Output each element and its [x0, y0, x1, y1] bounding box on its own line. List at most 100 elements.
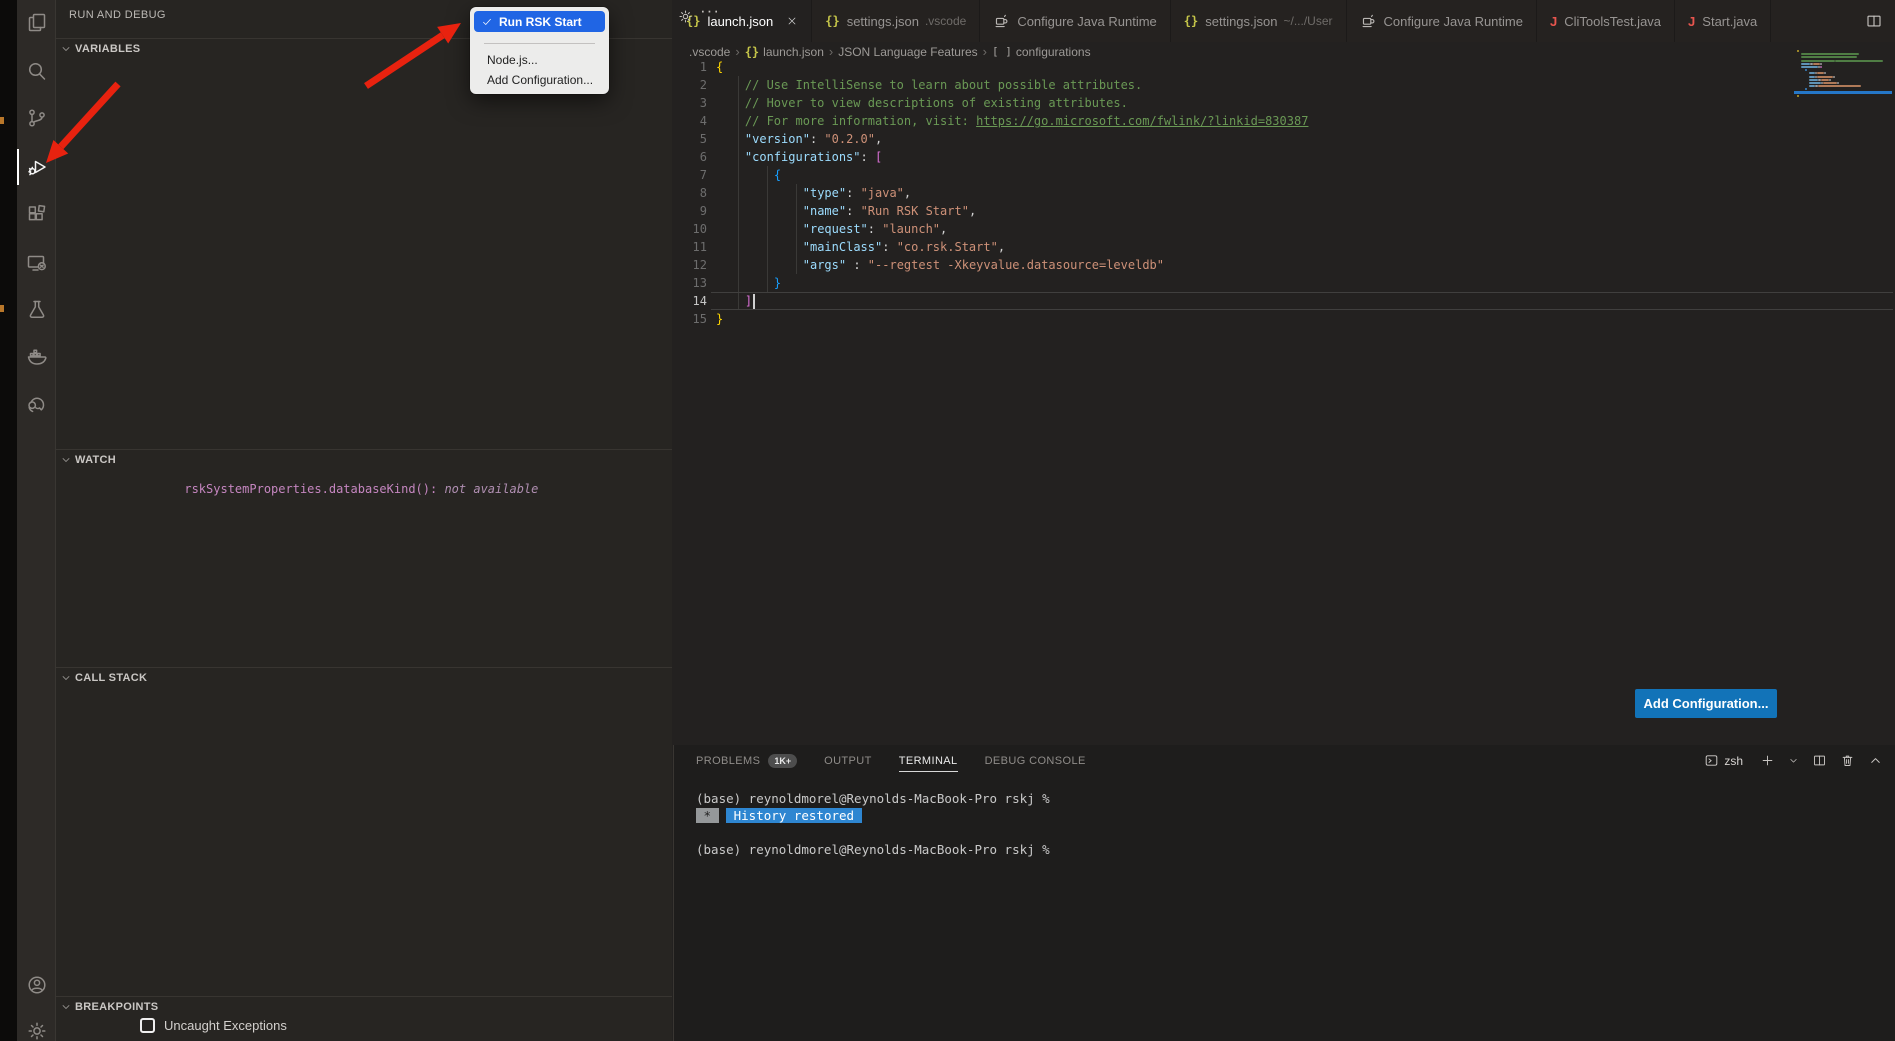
minimap-line: [1809, 82, 1821, 84]
remote-explorer-icon: [25, 251, 49, 275]
minimap-line: [1801, 56, 1857, 58]
code-line-8: "type": "java",: [716, 184, 1895, 202]
activity-bar-item-docker[interactable]: [17, 334, 56, 380]
code-link[interactable]: https://go.microsoft.com/fwlink/?linkid=…: [976, 114, 1308, 128]
terminal-line: (base) reynoldmorel@Reynolds-MacBook-Pro…: [696, 790, 1050, 807]
code-token: "Run RSK Start": [861, 204, 969, 218]
activity-bar-item-remote-explorer[interactable]: [17, 240, 56, 286]
section-header-breakpoints[interactable]: BREAKPOINTS: [56, 996, 672, 1017]
breadcrumb-separator: ›: [983, 44, 987, 59]
add-configuration-button[interactable]: Add Configuration...: [1635, 689, 1777, 718]
minimap-line: [1833, 76, 1835, 78]
panel-tab-output[interactable]: OUTPUT: [824, 755, 872, 771]
split-editor-button[interactable]: [1865, 0, 1895, 42]
activity-bar-item-extensions[interactable]: [17, 192, 56, 238]
code-token: }: [774, 276, 781, 290]
activity-bar-item-testing[interactable]: [17, 287, 56, 333]
run-debug-icon: [25, 155, 49, 179]
chevron-down-icon: [1788, 755, 1799, 766]
code-token: // Hover to view descriptions of existin…: [745, 96, 1128, 110]
chevron-down-icon: [60, 672, 72, 684]
panel-tab-debug-console[interactable]: DEBUG CONSOLE: [985, 755, 1086, 771]
tab-detail: ~/.../User: [1284, 14, 1333, 28]
history-restored-badge: History restored: [726, 808, 861, 823]
activity-bar-item-run-and-debug[interactable]: [17, 144, 56, 190]
menu-item-nodejs[interactable]: Node.js...: [487, 53, 538, 67]
panel-tab-label: OUTPUT: [824, 755, 872, 767]
open-launch-json-gear-icon[interactable]: [677, 8, 694, 25]
code-line-9: "name": "Run RSK Start",: [716, 202, 1895, 220]
activity-bar-item-accounts[interactable]: [17, 962, 56, 1008]
close-icon[interactable]: [786, 15, 798, 27]
chevron-up-icon: [1868, 753, 1883, 768]
docker-icon: [25, 345, 49, 369]
tab-file-icon: {}: [825, 14, 839, 28]
activity-bar-item-source-control[interactable]: [17, 95, 56, 141]
activity-bar-item-explorer[interactable]: [17, 0, 56, 46]
breadcrumb-item-json-language-features[interactable]: JSON Language Features: [838, 45, 977, 59]
terminal-output[interactable]: (base) reynoldmorel@Reynolds-MacBook-Pro…: [696, 790, 1050, 858]
array-symbol-icon: [ ]: [992, 45, 1012, 58]
code-token: "name": [803, 204, 846, 218]
breadcrumb: .vscode › {}launch.json › JSON Language Feat…: [689, 44, 1091, 59]
minimap-line: [1821, 79, 1829, 81]
breadcrumb-label: .vscode: [689, 45, 730, 59]
line-number: 4: [673, 112, 707, 130]
code-token: [: [875, 150, 882, 164]
minimap-line: [1801, 60, 1835, 62]
terminal-icon: [1704, 753, 1719, 768]
activity-bar-item-search[interactable]: [17, 48, 56, 94]
uncaught-exceptions-checkbox[interactable]: [140, 1018, 155, 1033]
breadcrumb-separator: ›: [829, 44, 833, 59]
breakpoint-item[interactable]: Uncaught Exceptions: [140, 1018, 287, 1033]
editor-tab-start-java[interactable]: JStart.java: [1675, 0, 1771, 42]
section-label: CALL STACK: [75, 672, 147, 684]
minimap[interactable]: [1794, 46, 1892, 108]
panel-tab-problems[interactable]: PROBLEMS1K+: [696, 754, 797, 772]
editor-tab-configure-java-runtime[interactable]: Configure Java Runtime: [1347, 0, 1537, 42]
debug-views-more-actions-icon[interactable]: ···: [700, 1, 720, 21]
minimap-line: [1805, 88, 1807, 90]
terminal-profile-dropdown[interactable]: [1788, 755, 1799, 766]
code-line-3: // Hover to view descriptions of existin…: [716, 94, 1895, 112]
maximize-panel-button[interactable]: [1868, 753, 1883, 768]
new-terminal-button[interactable]: [1760, 753, 1775, 768]
code-token: "0.2.0": [824, 132, 875, 146]
bottom-panel: PROBLEMS1K+ OUTPUT TERMINAL DEBUG CONSOLE z…: [673, 745, 1895, 1041]
code-token: "mainClass": [803, 240, 882, 254]
section-header-call-stack[interactable]: CALL STACK: [56, 667, 672, 688]
split-terminal-button[interactable]: [1812, 753, 1827, 768]
code-line-2: // Use IntelliSense to learn about possi…: [716, 76, 1895, 94]
breadcrumb-item--vscode[interactable]: .vscode: [689, 45, 730, 59]
code-token: ,: [998, 240, 1005, 254]
breadcrumb-separator: ›: [735, 44, 739, 59]
code-line-5: "version": "0.2.0",: [716, 130, 1895, 148]
kill-terminal-button[interactable]: [1840, 753, 1855, 768]
code-token: :: [846, 258, 868, 272]
code-token: :: [810, 132, 824, 146]
watch-expression[interactable]: rskSystemProperties.databaseKind(): not …: [141, 468, 538, 510]
line-number: 12: [673, 256, 707, 274]
line-number: 9: [673, 202, 707, 220]
panel-tab-terminal[interactable]: TERMINAL: [899, 755, 958, 772]
minimap-line: [1797, 95, 1799, 97]
editor-tab-configure-java-runtime[interactable]: Configure Java Runtime: [980, 0, 1170, 42]
breakpoint-label: Uncaught Exceptions: [164, 1018, 287, 1033]
breadcrumb-item-configurations[interactable]: [ ]configurations: [992, 45, 1091, 59]
editor-tab-clitoolstest-java[interactable]: JCliToolsTest.java: [1537, 0, 1675, 42]
run-and-debug-sidebar: RUN AND DEBUG ··· VARIABLESWATCHCALL STA…: [56, 0, 672, 1041]
editor-tab-settings-json[interactable]: {}settings.json.vscode: [812, 0, 980, 42]
minimap-line: [1817, 76, 1833, 78]
menu-item-add-configuration[interactable]: Add Configuration...: [487, 73, 593, 87]
menu-item-run-rsk-start[interactable]: Run RSK Start: [474, 11, 605, 32]
activity-bar-item-gradle[interactable]: [17, 382, 56, 428]
line-number: 14: [673, 292, 707, 310]
code-editor[interactable]: 1{2// Use IntelliSense to learn about po…: [673, 58, 1895, 745]
section-header-watch[interactable]: WATCH: [56, 449, 672, 470]
breadcrumb-item-launch-json[interactable]: {}launch.json: [745, 45, 824, 59]
editor-tab-settings-json[interactable]: {}settings.json~/.../User: [1171, 0, 1347, 42]
activity-bar-item-manage[interactable]: [17, 1008, 56, 1041]
breadcrumb-label: launch.json: [763, 45, 824, 59]
section-label: VARIABLES: [75, 43, 140, 55]
terminal-instance-zsh[interactable]: zsh: [1704, 753, 1743, 768]
